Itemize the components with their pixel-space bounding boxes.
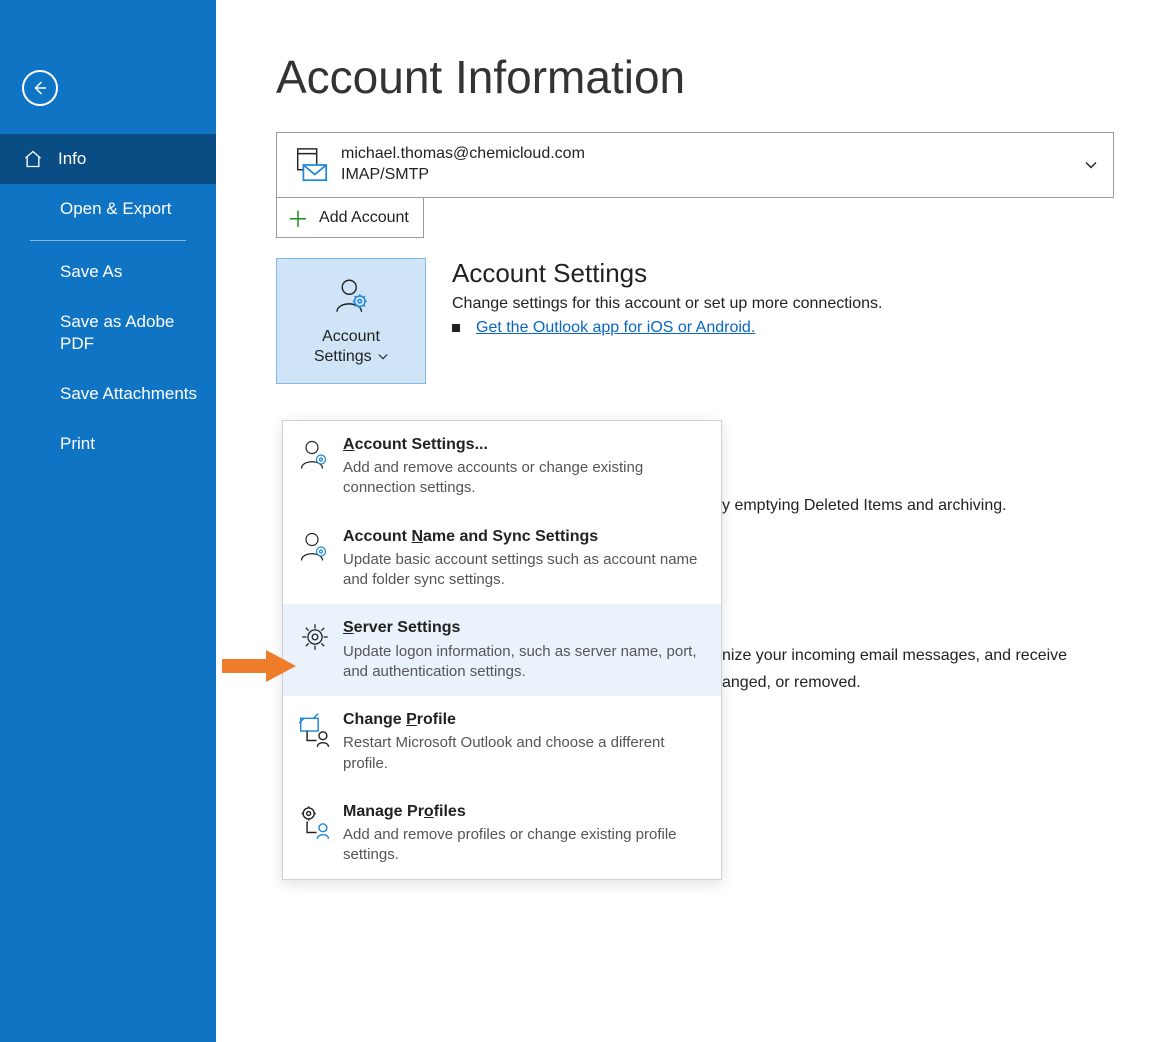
menu-item-title: Manage Profiles xyxy=(343,802,707,821)
menu-item-title: Server Settings xyxy=(343,618,707,637)
plus-icon: ＋ xyxy=(287,202,309,234)
menu-item-change-profile[interactable]: Change Profile Restart Microsoft Outlook… xyxy=(283,696,721,788)
menu-item-title: Account Name and Sync Settings xyxy=(343,527,707,546)
menu-item-title: Account Settings... xyxy=(343,435,707,454)
menu-item-desc: Update logon information, such as server… xyxy=(343,642,707,683)
sidebar-item-label: Info xyxy=(58,149,86,169)
background-text: y emptying Deleted Items and archiving. xyxy=(722,497,1007,515)
account-settings-dropdown: Account Settings... Add and remove accou… xyxy=(282,420,722,880)
annotation-arrow-icon xyxy=(222,648,300,688)
add-account-label: Add Account xyxy=(319,209,409,227)
sidebar-item-save-as-adobe-pdf[interactable]: Save as Adobe PDF xyxy=(0,297,216,369)
menu-item-manage-profiles[interactable]: Manage Profiles Add and remove profiles … xyxy=(283,788,721,880)
get-app-line: Get the Outlook app for iOS or Android. xyxy=(452,319,882,337)
background-text: nize your incoming email messages, and r… xyxy=(722,647,1067,665)
sidebar-item-save-attachments[interactable]: Save Attachments xyxy=(0,369,216,419)
home-icon xyxy=(22,148,44,170)
account-protocol: IMAP/SMTP xyxy=(341,165,585,186)
add-account-button[interactable]: ＋ Add Account xyxy=(276,198,424,238)
sidebar-item-print[interactable]: Print xyxy=(0,419,216,469)
account-settings-text: Account Settings Change settings for thi… xyxy=(452,258,882,384)
account-selector[interactable]: michael.thomas@chemicloud.com IMAP/SMTP xyxy=(276,132,1114,198)
manage-profiles-icon xyxy=(293,802,337,866)
account-text: michael.thomas@chemicloud.com IMAP/SMTP xyxy=(341,144,585,186)
dropdown-caret-icon xyxy=(1085,157,1097,174)
account-settings-button-label: Account Settings xyxy=(314,327,388,367)
change-profile-icon xyxy=(293,710,337,774)
back-button[interactable] xyxy=(22,70,58,106)
sidebar-item-save-as[interactable]: Save As xyxy=(0,247,216,297)
menu-item-desc: Add and remove profiles or change existi… xyxy=(343,825,707,866)
person-gear-icon xyxy=(330,275,372,321)
sidebar-divider xyxy=(30,240,186,241)
menu-item-desc: Add and remove accounts or change existi… xyxy=(343,458,707,499)
person-gear-icon xyxy=(293,527,337,591)
menu-item-desc: Restart Microsoft Outlook and choose a d… xyxy=(343,733,707,774)
menu-item-title: Change Profile xyxy=(343,710,707,729)
backstage-sidebar: Info Open & Export Save As Save as Adobe… xyxy=(0,0,216,1042)
bullet-icon xyxy=(452,324,460,332)
menu-item-name-sync-settings[interactable]: Account Name and Sync Settings Update ba… xyxy=(283,513,721,605)
background-text: anged, or removed. xyxy=(722,674,861,692)
sidebar-item-open-export[interactable]: Open & Export xyxy=(0,184,216,234)
menu-item-account-settings[interactable]: Account Settings... Add and remove accou… xyxy=(283,421,721,513)
page-title: Account Information xyxy=(276,50,1114,104)
menu-item-server-settings[interactable]: Server Settings Update logon information… xyxy=(283,604,721,696)
account-email: michael.thomas@chemicloud.com xyxy=(341,144,585,165)
menu-item-desc: Update basic account settings such as ac… xyxy=(343,550,707,591)
account-settings-heading: Account Settings xyxy=(452,258,882,289)
sidebar-item-info[interactable]: Info xyxy=(0,134,216,184)
account-settings-row: Account Settings Account Settings Change… xyxy=(276,258,1114,384)
get-outlook-app-link[interactable]: Get the Outlook app for iOS or Android. xyxy=(476,319,755,337)
chevron-down-icon xyxy=(378,353,388,361)
arrow-left-icon xyxy=(31,79,49,97)
mail-account-icon xyxy=(289,143,333,187)
account-settings-button[interactable]: Account Settings xyxy=(276,258,426,384)
person-gear-icon xyxy=(293,435,337,499)
account-settings-description: Change settings for this account or set … xyxy=(452,295,882,313)
